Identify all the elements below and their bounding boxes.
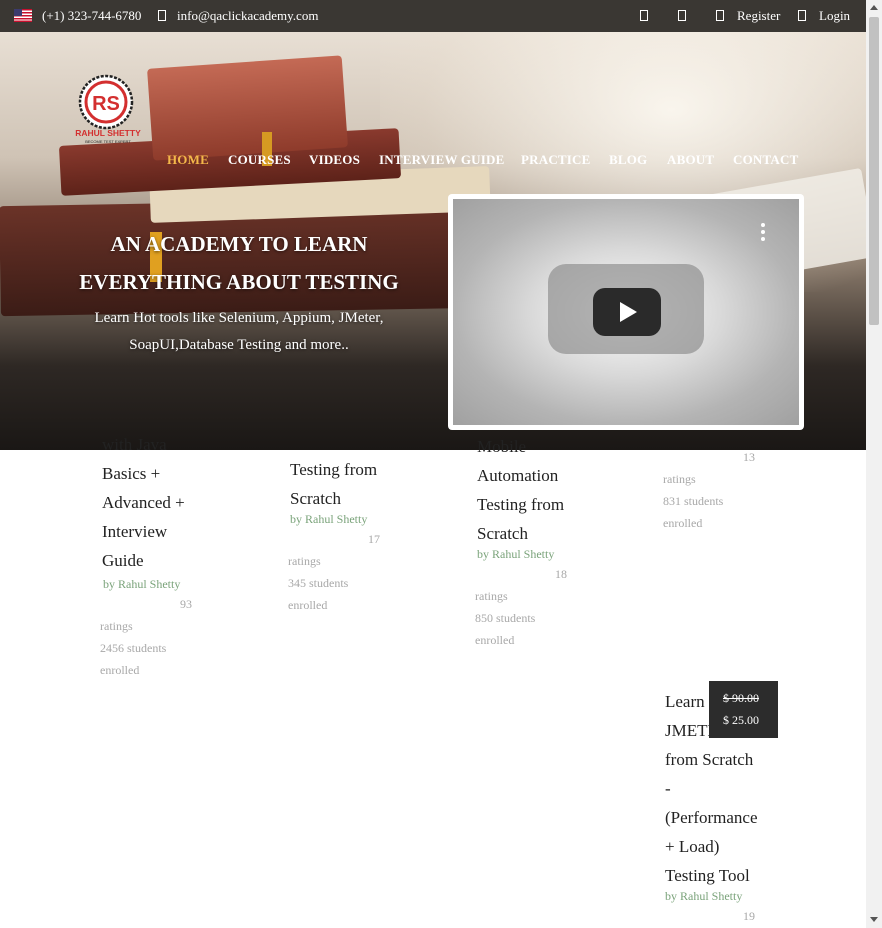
nav-videos[interactable]: VIDEOS (309, 152, 360, 168)
hero-subtitle: Learn Hot tools like Selenium, Appium, J… (60, 305, 418, 359)
logo-name: RAHUL SHETTY (75, 128, 141, 138)
nav-courses[interactable]: COURSES (228, 152, 291, 168)
course-title[interactable]: Testing from Scratch (290, 455, 377, 513)
course-title-line: Scratch (290, 489, 341, 508)
page: (+1) 323-744-6780 info@qaclickacademy.co… (0, 0, 882, 928)
course-author[interactable]: by Rahul Shetty (290, 512, 367, 527)
course-title-line: with Java (102, 435, 167, 454)
scroll-up-icon[interactable] (870, 5, 878, 10)
hero-banner: RS RAHUL SHETTY BECOME TEST EXPERT HOME … (0, 32, 866, 450)
nav-contact[interactable]: CONTACT (733, 152, 798, 168)
enrolled-label: enrolled (100, 663, 140, 677)
ratings-count: 13 (743, 450, 755, 464)
course-author[interactable]: by Rahul Shetty (477, 547, 554, 562)
course-title-line: Advanced + (102, 493, 185, 512)
ratings-label: ratings (100, 619, 133, 633)
nav-home[interactable]: HOME (167, 152, 209, 168)
ratings-count: 17 (368, 532, 380, 546)
course-title-line: from Scratch (665, 750, 754, 769)
course-title-line: + Load) (665, 837, 720, 856)
more-options-icon[interactable] (761, 223, 765, 241)
login-link[interactable]: Login (819, 8, 850, 24)
nav-blog[interactable]: BLOG (609, 152, 647, 168)
logo-tagline: BECOME TEST EXPERT (85, 139, 131, 144)
ratings-count: 18 (555, 567, 567, 581)
site-logo[interactable]: RS RAHUL SHETTY BECOME TEST EXPERT (72, 72, 146, 144)
course-title[interactable]: Mobile Automation Testing from Scratch (477, 432, 564, 548)
ratings-label: ratings (475, 589, 508, 603)
play-icon[interactable] (593, 288, 661, 336)
phone-number[interactable]: (+1) 323-744-6780 (42, 8, 141, 24)
nav-practice[interactable]: PRACTICE (521, 152, 591, 168)
nav-about[interactable]: ABOUT (667, 152, 714, 168)
price-badge: $ 90.00 $ 25.00 (709, 681, 778, 738)
register-link[interactable]: Register (737, 8, 780, 24)
ratings-label: ratings (663, 472, 696, 486)
email-link[interactable]: info@qaclickacademy.com (177, 8, 318, 24)
enrolled-label: enrolled (288, 598, 328, 612)
sale-price: $ 25.00 (723, 713, 759, 727)
students-count: 831 students (663, 494, 724, 508)
us-flag-icon (14, 9, 32, 22)
course-title-line: (Performance (665, 808, 758, 827)
ratings-count: 93 (180, 597, 192, 611)
course-title-line: Testing Tool (665, 866, 750, 885)
nav-interview-guide[interactable]: INTERVIEW GUIDE (379, 152, 504, 168)
course-title-line: Basics + (102, 464, 161, 483)
hero-subtitle-line: SoapUI,Database Testing and more.. (129, 337, 349, 353)
course-title-line: Automation (477, 466, 559, 485)
course-title-line: Mobile (477, 437, 527, 456)
hero-background-book (147, 55, 348, 161)
course-title-line: Testing from (290, 460, 378, 479)
social-icon[interactable] (678, 10, 686, 21)
course-title-line: Interview (102, 522, 168, 541)
original-price: $ 90.00 (723, 691, 759, 705)
hero-title-line: AN ACADEMY TO LEARN (110, 232, 368, 256)
students-count: 850 students (475, 611, 536, 625)
page-scrollbar[interactable] (866, 0, 882, 928)
hero-title: AN ACADEMY TO LEARN EVERYTHING ABOUT TES… (60, 225, 418, 301)
ratings-label: ratings (288, 554, 321, 568)
enrolled-label: enrolled (663, 516, 703, 530)
students-count: 345 students (288, 576, 349, 590)
intro-video-player[interactable] (448, 194, 804, 430)
course-title-line: - (665, 779, 671, 798)
scrollbar-thumb[interactable] (869, 17, 879, 325)
top-bar: (+1) 323-744-6780 info@qaclickacademy.co… (0, 0, 866, 32)
students-count: 2456 students (100, 641, 167, 655)
enrolled-label: enrolled (475, 633, 515, 647)
course-title[interactable]: with Java Basics + Advanced + Interview … (102, 430, 185, 575)
hero-subtitle-line: Learn Hot tools like Selenium, Appium, J… (94, 310, 384, 326)
ratings-count: 19 (743, 909, 755, 923)
course-title-line: Guide (102, 551, 144, 570)
register-icon[interactable] (716, 10, 724, 21)
course-title-line: Scratch (477, 524, 528, 543)
scroll-down-icon[interactable] (870, 917, 878, 922)
course-title-line: Testing from (477, 495, 565, 514)
hero-title-line: EVERYTHING ABOUT TESTING (79, 270, 399, 294)
mail-icon (158, 10, 166, 21)
login-icon[interactable] (798, 10, 806, 21)
course-author[interactable]: by Rahul Shetty (103, 577, 180, 592)
course-author[interactable]: by Rahul Shetty (665, 889, 742, 904)
logo-initials: RS (92, 93, 120, 115)
video-screen[interactable] (453, 199, 799, 425)
social-icon[interactable] (640, 10, 648, 21)
